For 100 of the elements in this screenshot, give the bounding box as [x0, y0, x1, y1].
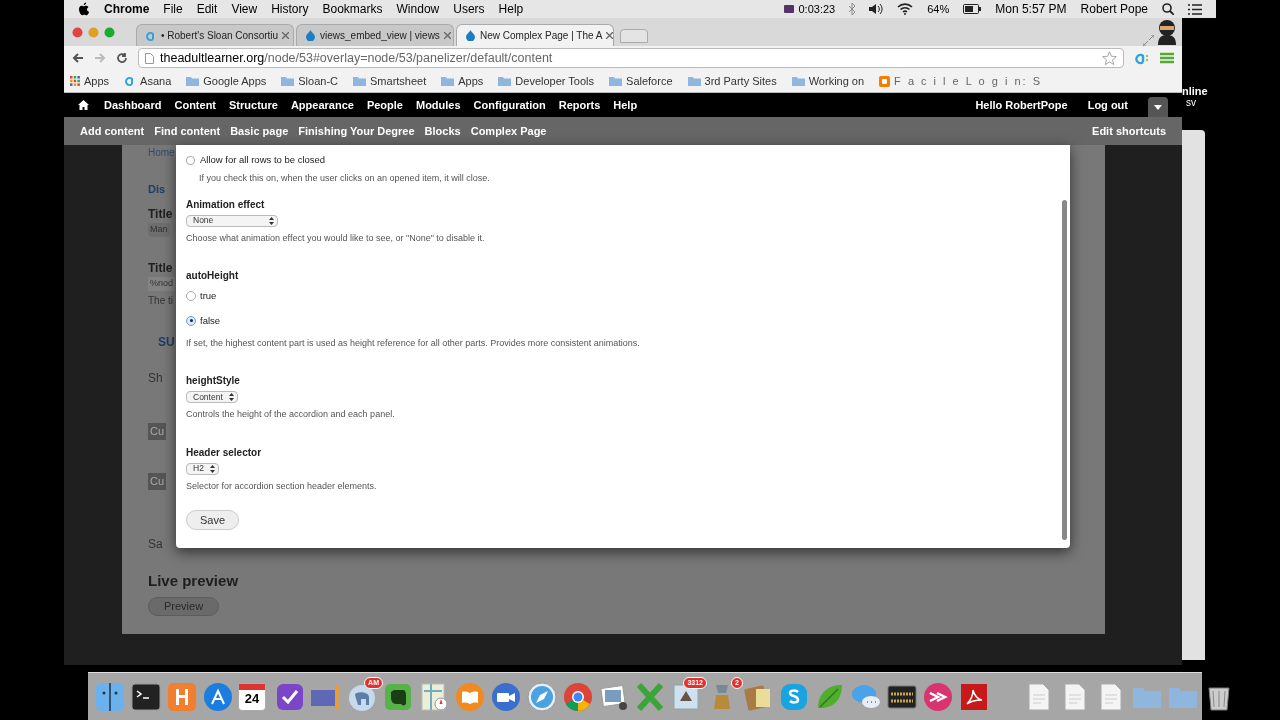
- bookmark[interactable]: Saleforce: [609, 72, 673, 90]
- admin-menu-link[interactable]: Reports: [558, 96, 601, 114]
- scrollbar[interactable]: [1062, 200, 1067, 540]
- field-label: heightStyle: [186, 374, 241, 389]
- radio-label[interactable]: true: [200, 289, 217, 304]
- bookmark[interactable]: F a c i l e L o g i n: S: [879, 72, 1042, 90]
- shortcut-link[interactable]: Find content: [154, 122, 221, 140]
- menu-item[interactable]: History: [271, 0, 309, 18]
- clock-text: Mon 5:57 PM: [995, 1, 1067, 18]
- map-icon[interactable]: [418, 680, 450, 713]
- toggle-button[interactable]: [1148, 97, 1168, 117]
- menu-item[interactable]: Window: [396, 0, 440, 18]
- new-tab-button[interactable]: [620, 29, 648, 43]
- menu-item[interactable]: Users: [453, 0, 485, 18]
- bookmark[interactable]: Smartsheet: [353, 72, 427, 90]
- radio-button[interactable]: [186, 291, 196, 302]
- help-text: Controls the height of the accordion and each panel.: [186, 408, 396, 422]
- browser-tab[interactable]: New Complex Page | The A: [456, 24, 614, 46]
- menu-item[interactable]: View: [231, 0, 258, 18]
- app-menu[interactable]: Chrome: [104, 0, 150, 18]
- maximize-icon[interactable]: [104, 27, 115, 38]
- browser-tab[interactable]: views_embed_view | views: [296, 24, 454, 46]
- bookmark[interactable]: Working on: [791, 72, 865, 90]
- menu-item[interactable]: Bookmarks: [322, 0, 383, 18]
- page-text: The ti: [148, 294, 173, 308]
- search-icon[interactable]: [1162, 3, 1174, 15]
- greeting-text: Hello RobertPope: [975, 97, 1068, 113]
- address-bar[interactable]: theadultlearner.org/node/53#overlay=node/53/panelizer/default/content: [138, 48, 1124, 68]
- page-text: Man: [148, 223, 170, 237]
- shortcut-link[interactable]: Finishing Your Degree: [298, 122, 415, 140]
- wifi-icon[interactable]: [897, 3, 914, 15]
- shortcut-link[interactable]: Complex Page: [470, 122, 547, 140]
- page-text: Title: [148, 206, 173, 223]
- admin-menu-link[interactable]: Help: [613, 96, 638, 114]
- field-label: autoHeight: [186, 269, 240, 284]
- terminal-icon[interactable]: [130, 680, 162, 713]
- radio-label[interactable]: false: [200, 313, 221, 328]
- blog-icon: [879, 75, 891, 87]
- bluetooth-icon[interactable]: [849, 3, 856, 15]
- admin-menu-link[interactable]: Content: [174, 96, 216, 114]
- shortcut-link[interactable]: Blocks: [424, 122, 461, 140]
- apple-icon[interactable]: [78, 2, 90, 16]
- dropdown[interactable]: None: [186, 214, 278, 227]
- shortcut-link[interactable]: Basic page: [230, 122, 289, 140]
- chevrons-icon[interactable]: [922, 680, 954, 713]
- fullscreen-icon[interactable]: [1143, 35, 1154, 46]
- updown-icon: [269, 216, 274, 225]
- back-icon[interactable]: [72, 52, 84, 64]
- volume-icon[interactable]: [869, 3, 884, 15]
- battery-icon: [963, 4, 982, 14]
- grid-icon: [70, 76, 80, 86]
- menu-item[interactable]: Edit: [196, 0, 218, 18]
- home-icon[interactable]: [78, 100, 89, 110]
- admin-menu-link[interactable]: Configuration: [473, 96, 546, 114]
- section-heading: Live preview: [148, 571, 239, 591]
- folder-icon: [441, 76, 455, 86]
- bookmark[interactable]: Apps: [70, 72, 110, 90]
- admin-menu-link[interactable]: Appearance: [290, 96, 354, 114]
- reload-icon[interactable]: [116, 52, 128, 64]
- drop-icon: [465, 30, 476, 41]
- calendar-icon[interactable]: 24: [238, 682, 266, 711]
- avatar-icon[interactable]: [1156, 19, 1178, 45]
- bookmark[interactable]: 3rd Party Sites: [687, 72, 777, 90]
- close-icon[interactable]: [606, 32, 614, 39]
- logout-link[interactable]: Log out: [1087, 96, 1128, 114]
- checkbox[interactable]: [186, 155, 195, 165]
- finder-icon[interactable]: [94, 680, 126, 713]
- user-name[interactable]: Robert Pope: [1080, 0, 1148, 18]
- admin-menu-link[interactable]: Modules: [416, 96, 461, 114]
- dropdown[interactable]: Content: [186, 391, 238, 404]
- menu-icon[interactable]: [1160, 52, 1174, 64]
- app-store-icon[interactable]: [202, 680, 234, 713]
- bookmark[interactable]: Apps: [441, 72, 484, 90]
- circle-logo-icon[interactable]: [562, 680, 594, 713]
- close-icon[interactable]: [72, 27, 83, 38]
- menu-item[interactable]: File: [163, 0, 183, 18]
- video-camera-icon[interactable]: [490, 680, 522, 713]
- bookmark[interactable]: Asana: [124, 72, 172, 90]
- bookmark[interactable]: Google Apps: [186, 72, 267, 90]
- close-icon[interactable]: [443, 32, 451, 39]
- list-icon[interactable]: [1188, 3, 1202, 15]
- radio-button[interactable]: [186, 315, 196, 326]
- admin-menu-link[interactable]: People: [366, 96, 403, 114]
- shortcut-link[interactable]: Add content: [80, 122, 145, 140]
- page-text: Cu: [148, 473, 167, 490]
- extension-icon[interactable]: [1134, 51, 1150, 65]
- dropdown[interactable]: H2: [186, 462, 219, 475]
- star-icon[interactable]: [1102, 50, 1117, 66]
- edit-shortcuts-link[interactable]: Edit shortcuts: [1092, 122, 1166, 140]
- checkbox-label[interactable]: Allow for all rows to be closed: [200, 153, 326, 168]
- book-icon[interactable]: [454, 680, 486, 713]
- bookmark[interactable]: Developer Tools: [498, 72, 595, 90]
- menu-item[interactable]: Help: [498, 0, 524, 18]
- admin-menu-link[interactable]: Dashboard: [104, 96, 162, 114]
- compass-icon[interactable]: [526, 680, 558, 713]
- browser-tab[interactable]: • Robert's Sloan Consortiu: [136, 24, 294, 46]
- close-icon[interactable]: [282, 32, 290, 39]
- admin-menu-link[interactable]: Structure: [229, 96, 278, 114]
- bookmark[interactable]: Sloan-C: [281, 72, 339, 90]
- save-button[interactable]: Save: [186, 510, 240, 531]
